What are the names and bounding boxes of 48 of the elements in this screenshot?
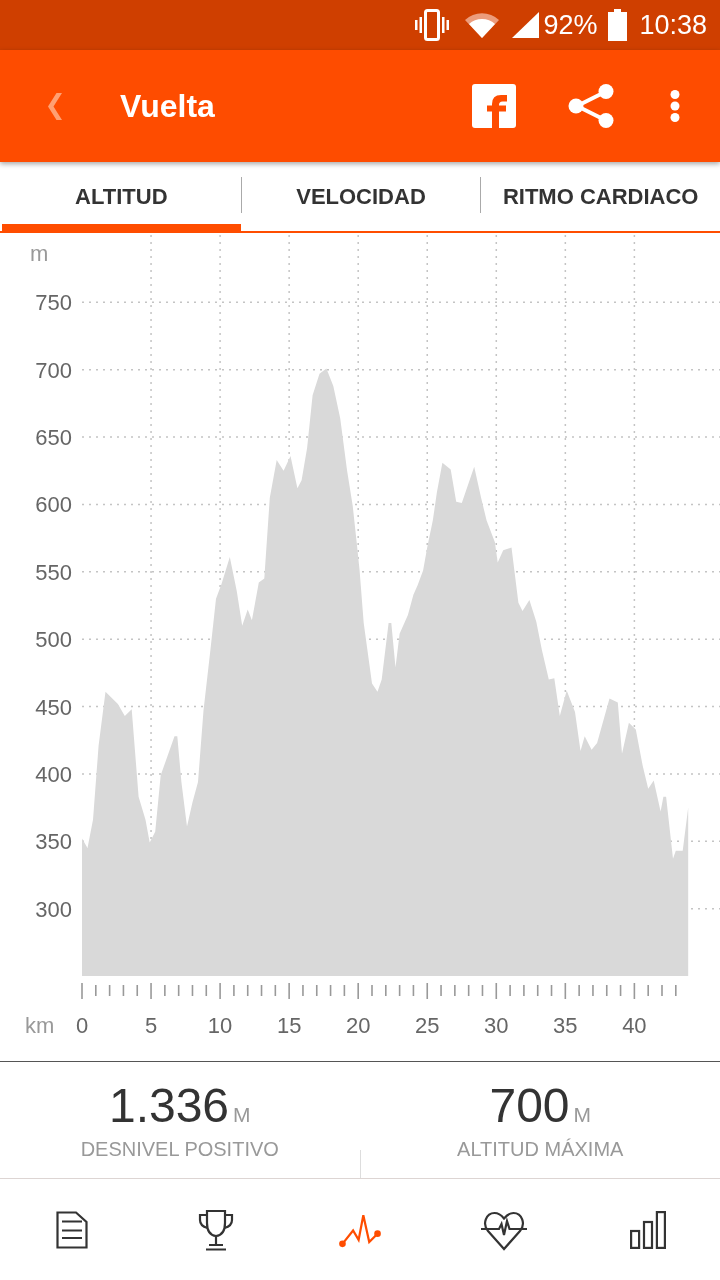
document-icon bbox=[56, 1210, 88, 1249]
y-axis-label: 750 bbox=[35, 290, 72, 316]
stat-label: DESNIVEL POSITIVO bbox=[80, 1138, 279, 1161]
share-button[interactable] bbox=[568, 84, 614, 128]
x-axis-label: 35 bbox=[553, 1013, 578, 1038]
y-axis-label: 450 bbox=[35, 694, 72, 720]
x-axis-label: 40 bbox=[622, 1013, 647, 1038]
y-axis-label: 550 bbox=[35, 559, 72, 585]
back-icon bbox=[48, 92, 62, 120]
y-axis-label: 400 bbox=[35, 761, 72, 787]
signal-icon bbox=[512, 12, 540, 38]
x-axis-unit: km bbox=[25, 1013, 55, 1038]
stat-unit: M bbox=[573, 1103, 592, 1127]
bar-chart-icon bbox=[630, 1210, 666, 1249]
facebook-button[interactable] bbox=[472, 84, 516, 128]
y-axis-unit: m bbox=[30, 241, 49, 266]
y-axis-label: 650 bbox=[35, 425, 72, 451]
vibrate-icon bbox=[415, 9, 450, 41]
nav-button[interactable] bbox=[197, 1208, 235, 1251]
stat-value: 700 bbox=[489, 1078, 570, 1134]
x-axis-label: 0 bbox=[75, 1013, 89, 1038]
battery-percent: 92% bbox=[543, 11, 598, 39]
nav-button[interactable] bbox=[630, 1210, 666, 1249]
facebook-icon bbox=[472, 84, 516, 128]
x-axis-label: 25 bbox=[415, 1013, 440, 1038]
y-axis-label: 700 bbox=[35, 357, 72, 383]
stat-unit: M bbox=[233, 1103, 251, 1127]
trophy-icon bbox=[197, 1208, 235, 1251]
x-axis-label: 10 bbox=[207, 1013, 233, 1038]
x-axis-label: 30 bbox=[484, 1013, 509, 1038]
y-axis-label: 500 bbox=[35, 627, 72, 653]
stat-value: 1.336 bbox=[108, 1078, 230, 1134]
back-button[interactable] bbox=[48, 92, 62, 120]
x-axis-label: 20 bbox=[345, 1013, 371, 1038]
stat-label: ALTITUD MÁXIMA bbox=[457, 1138, 624, 1161]
share-icon bbox=[568, 84, 614, 128]
more-options-icon bbox=[670, 90, 680, 122]
y-axis-label: 350 bbox=[35, 829, 72, 855]
x-axis-label: 15 bbox=[276, 1013, 302, 1038]
screen-title: Vuelta bbox=[120, 87, 216, 125]
nav-button[interactable] bbox=[56, 1210, 88, 1249]
clock: 10:38 bbox=[639, 11, 707, 39]
y-axis-label: 600 bbox=[35, 492, 72, 518]
x-axis-label: 5 bbox=[144, 1013, 158, 1038]
battery-icon bbox=[608, 9, 628, 41]
more-options-button[interactable] bbox=[670, 90, 680, 122]
wifi-icon bbox=[465, 12, 500, 38]
y-axis-label: 300 bbox=[35, 896, 72, 922]
